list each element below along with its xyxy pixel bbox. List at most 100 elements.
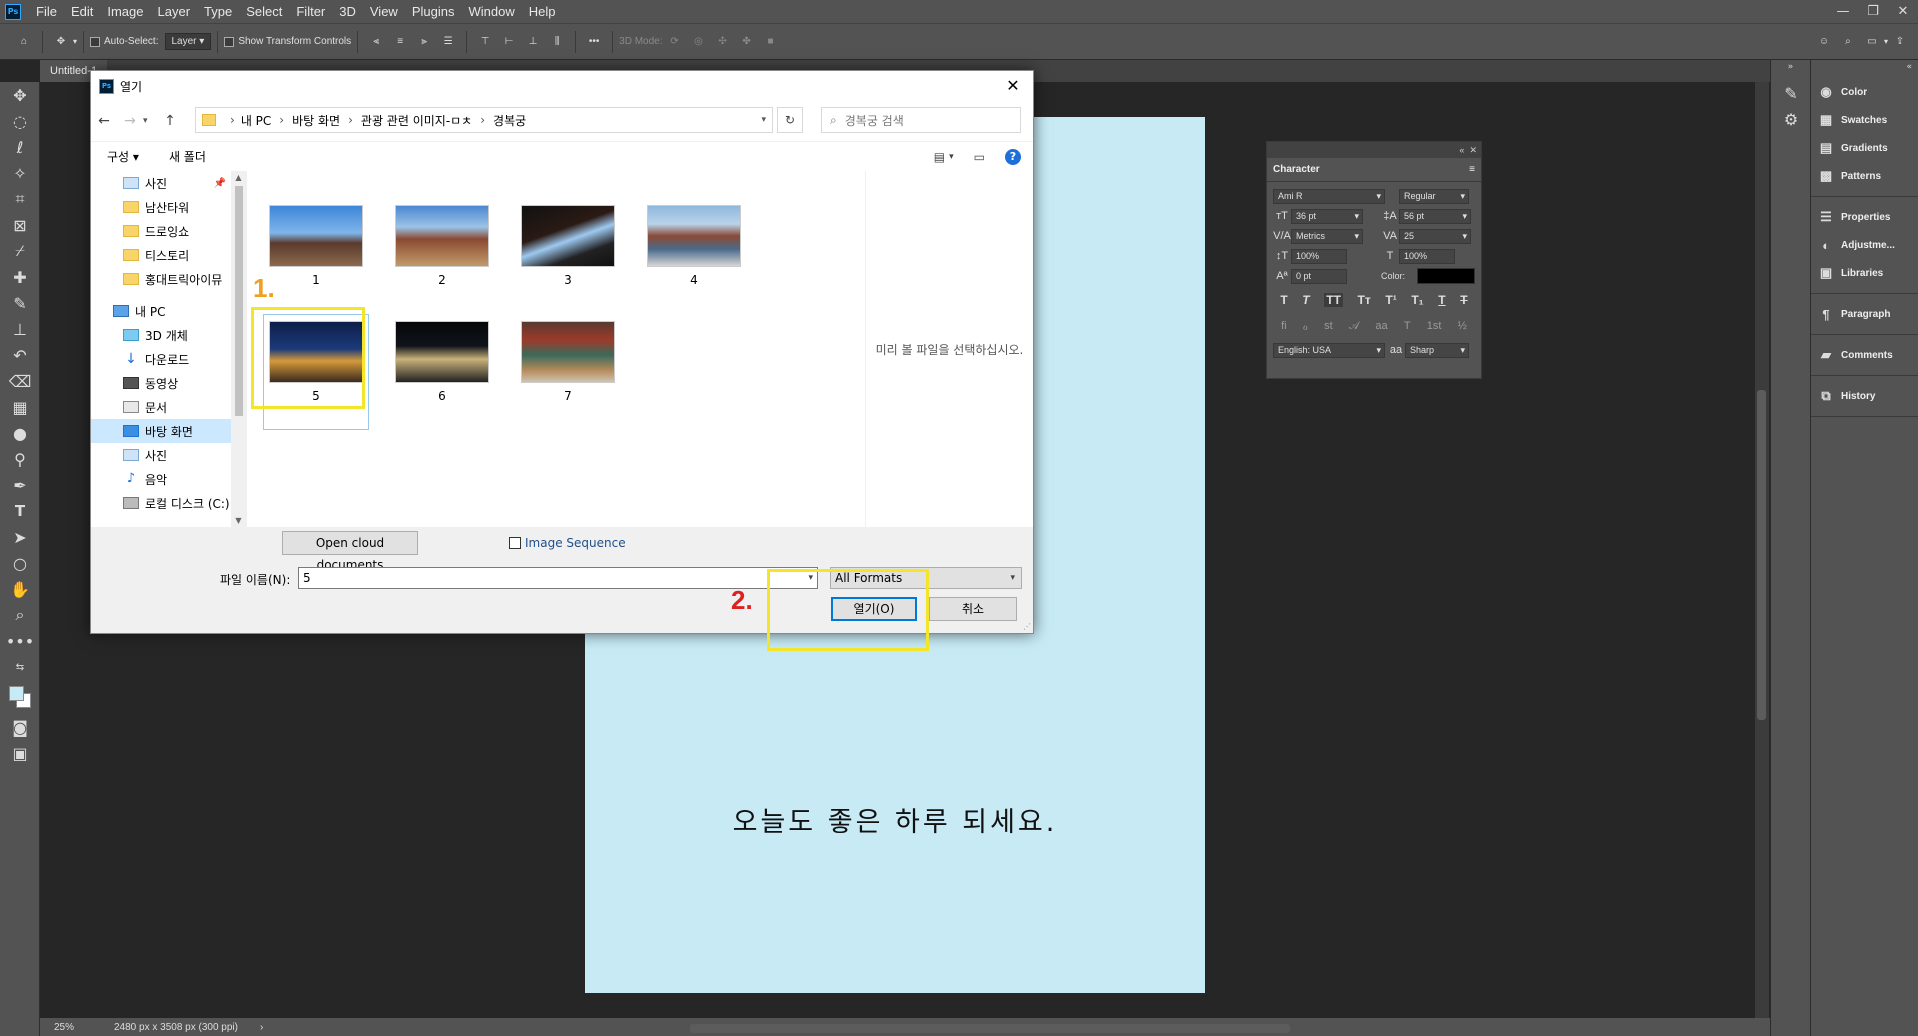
align-bottom-icon[interactable]: ⊥ [521,30,545,54]
organize-button[interactable]: 구성 ▾ [107,148,139,165]
share-icon[interactable]: ⇪ [1888,30,1912,54]
character-panel-title[interactable]: Character [1273,164,1320,175]
panel-color[interactable]: ◉ Color [1811,78,1918,106]
collapse-panel-icon[interactable]: « [1459,145,1464,155]
panel-properties[interactable]: ☰ Properties [1811,203,1918,231]
brush-settings-icon[interactable]: ✎ [1771,80,1811,106]
leading-field[interactable]: 56 pt ▾ [1399,208,1471,224]
distribute-vertical-icon[interactable]: ⫼ [545,30,569,54]
stamp-tool-icon[interactable]: ⊥ [0,316,40,342]
help-icon[interactable]: ? [1005,148,1021,165]
align-center-icon[interactable]: ≡ [388,30,412,54]
screen-mode-icon[interactable]: ▣ [0,740,40,766]
gradient-tool-icon[interactable]: ▦ [0,394,40,420]
chevron-down-icon[interactable]: ▾ [73,37,77,46]
workspace-icon[interactable]: ▭ [1860,30,1884,54]
nav-item-photos-quick[interactable]: 사진 📌 [91,171,246,195]
panel-paragraph[interactable]: ¶ Paragraph [1811,300,1918,328]
nav-item-music[interactable]: ♪ 음악 [91,467,246,491]
address-dropdown-icon[interactable]: ▾ [761,115,766,125]
nav-item-tistory[interactable]: 티스토리 [91,243,246,267]
file-thumbnail-4[interactable]: 4 [647,205,741,287]
view-options-icon[interactable]: ▤ [934,150,945,164]
dodge-tool-icon[interactable]: ⚲ [0,446,40,472]
faux-italic-icon[interactable]: T [1302,293,1309,307]
frame-tool-icon[interactable]: ⊠ [0,212,40,238]
menu-image[interactable]: Image [100,4,150,19]
ordinals-icon[interactable]: 1st [1427,320,1442,332]
transform-controls-checkbox[interactable] [224,36,235,47]
menu-layer[interactable]: Layer [151,4,198,19]
up-arrow-icon[interactable]: ↑ [157,113,183,129]
hand-tool-icon[interactable]: ✋ [0,576,40,602]
share-user-icon[interactable]: ☺ [1812,30,1836,54]
crop-tool-icon[interactable]: ⌗ [0,186,40,212]
small-caps-icon[interactable]: Tт [1358,293,1371,307]
panel-comments[interactable]: ▰ Comments [1811,341,1918,369]
text-color-swatch[interactable] [1417,268,1476,284]
zoom-level[interactable]: 25% [54,1022,104,1033]
forward-arrow-icon[interactable]: → [117,113,143,129]
nav-pane-scrollbar[interactable]: ▲ ▼ [231,171,246,527]
image-sequence-checkbox[interactable] [509,537,521,549]
menu-view[interactable]: View [363,4,405,19]
home-icon[interactable]: ⌂ [12,30,36,54]
auto-select-dropdown[interactable]: Layer ▾ [164,33,212,50]
nav-item-drawing-show[interactable]: 드로잉쇼 [91,219,246,243]
nav-item-desktop[interactable]: 바탕 화면 [91,419,246,443]
back-arrow-icon[interactable]: ← [91,113,117,129]
faux-bold-icon[interactable]: T [1280,293,1287,307]
expand-panels-icon[interactable]: » [1771,60,1810,72]
move-tool-icon[interactable]: ✥ [0,82,40,108]
tracking-field[interactable]: 25 ▾ [1399,228,1471,244]
panel-history[interactable]: ⧉ History [1811,382,1918,410]
zoom-tool-icon[interactable]: ⌕ [0,602,40,628]
close-icon[interactable]: ✕ [1001,75,1025,97]
menu-edit[interactable]: Edit [64,4,100,19]
type-tool-icon[interactable]: T [0,498,40,524]
discretionary-ligature-icon[interactable]: st [1324,320,1333,332]
collapse-dock-icon[interactable]: « [1811,60,1918,72]
menu-3d[interactable]: 3D [332,4,363,19]
file-thumbnail-1[interactable]: 1 [269,205,363,287]
menu-plugins[interactable]: Plugins [405,4,462,19]
nav-item-documents[interactable]: 문서 [91,395,246,419]
menu-help[interactable]: Help [522,4,563,19]
nav-item-my-pc[interactable]: 내 PC [91,299,246,323]
nav-item-downloads[interactable]: ↓ 다운로드 [91,347,246,371]
nav-item-3d-objects[interactable]: 3D 개체 [91,323,246,347]
lasso-tool-icon[interactable]: ℓ [0,134,40,160]
align-right-icon[interactable]: ⫸ [412,30,436,54]
horizontal-scroll-thumb[interactable] [690,1024,1290,1033]
eraser-tool-icon[interactable]: ⌫ [0,368,40,394]
move-tool-icon[interactable]: ✥ [49,30,73,54]
restore-icon[interactable]: ❐ [1858,4,1888,19]
brush-tool-icon[interactable]: ✎ [0,290,40,316]
more-options-icon[interactable]: ••• [582,30,606,54]
horizontal-scale-field[interactable]: 100% [1399,248,1455,264]
align-left-icon[interactable]: ⫷ [364,30,388,54]
color-swatches[interactable] [0,680,40,714]
panel-patterns[interactable]: ▩ Patterns [1811,162,1918,190]
alt-ligature-icon[interactable]: ℴ [1303,320,1308,333]
nav-item-namsan[interactable]: 남산타워 [91,195,246,219]
align-middle-icon[interactable]: ⊢ [497,30,521,54]
language-dropdown[interactable]: English: USA ▾ [1273,342,1385,358]
stylistic-alternates-icon[interactable]: aa [1375,320,1387,332]
swash-icon[interactable]: 𝒜 [1349,320,1359,333]
history-brush-tool-icon[interactable]: ↶ [0,342,40,368]
cancel-button[interactable]: 취소 [929,597,1017,621]
panel-libraries[interactable]: ▣ Libraries [1811,259,1918,287]
canvas-text-layer[interactable]: 오늘도 좋은 하루 되세요. [585,800,1205,839]
shape-tool-icon[interactable]: ○ [0,550,40,576]
file-thumbnail-6[interactable]: 6 [395,321,489,403]
open-cloud-documents-button[interactable]: Open cloud documents [282,531,418,572]
panel-menu-icon[interactable]: ≡ [1469,164,1475,175]
nav-item-local-disk[interactable]: 로컬 디스크 (C:) [91,491,246,515]
all-caps-icon[interactable]: TT [1324,293,1343,307]
breadcrumb-my-pc[interactable]: 내 PC [241,112,271,129]
strikethrough-icon[interactable]: T [1460,293,1467,307]
menu-file[interactable]: File [29,4,64,19]
close-window-icon[interactable]: ✕ [1888,4,1918,19]
vertical-scroll-thumb[interactable] [1757,390,1766,720]
